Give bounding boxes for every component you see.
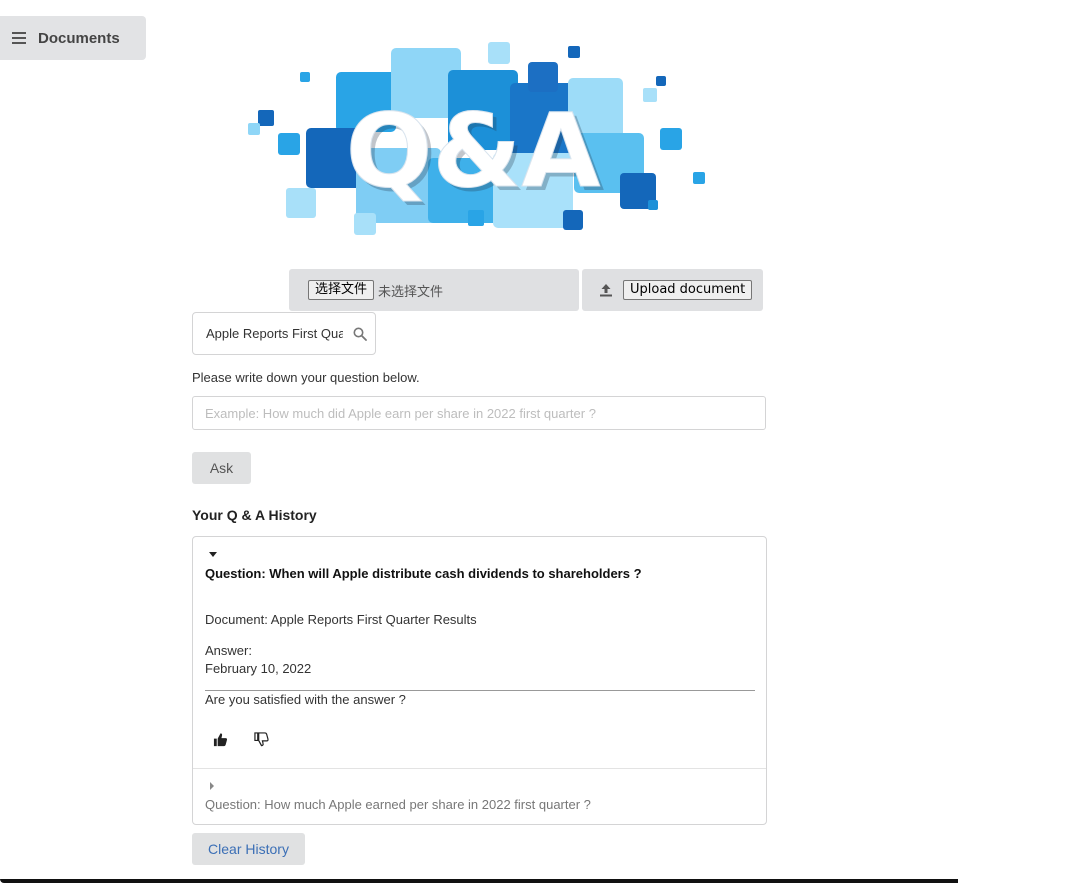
- documents-sidebar-toggle[interactable]: Documents: [0, 16, 146, 60]
- question-input[interactable]: [192, 396, 766, 430]
- answer-value: February 10, 2022: [205, 661, 312, 676]
- history-item-question[interactable]: Question: When will Apple distribute cas…: [205, 566, 642, 581]
- upload-panel: Upload document: [582, 269, 763, 311]
- question-label: Please write down your question below.: [192, 370, 420, 385]
- qa-logo: Q&A Q&A: [248, 42, 705, 235]
- separator: [193, 768, 766, 769]
- caret-down-icon[interactable]: [209, 552, 217, 557]
- document-search-value: Apple Reports First Quarter Results: [206, 326, 343, 341]
- choose-file-button[interactable]: 选择文件: [308, 280, 375, 300]
- upload-icon: [600, 284, 612, 297]
- thumbs-down-icon[interactable]: [254, 732, 269, 747]
- sidebar-toggle-label: Documents: [38, 29, 120, 47]
- history-title: Your Q & A History: [192, 507, 317, 523]
- history-item-question[interactable]: Question: How much Apple earned per shar…: [205, 797, 591, 812]
- history-item-document: Document: Apple Reports First Quarter Re…: [205, 612, 477, 627]
- thumbs-up-icon[interactable]: [213, 732, 228, 747]
- search-icon: [353, 327, 367, 341]
- feedback-prompt: Are you satisfied with the answer ?: [205, 692, 406, 707]
- document-search[interactable]: Apple Reports First Quarter Results: [192, 312, 376, 355]
- caret-right-icon[interactable]: [210, 782, 214, 790]
- window-bottom-edge: [0, 879, 958, 883]
- file-status: 未选择文件: [378, 283, 444, 299]
- upload-document-button[interactable]: Upload document: [623, 280, 753, 300]
- file-picker: 选择文件 未选择文件: [289, 269, 579, 311]
- logo-text: Q&A: [346, 92, 601, 211]
- answer-label: Answer:: [205, 643, 252, 658]
- divider: [205, 690, 755, 691]
- ask-button[interactable]: Ask: [192, 452, 251, 484]
- clear-history-button[interactable]: Clear History: [192, 833, 305, 865]
- hamburger-icon: [12, 32, 26, 44]
- qa-history: Question: When will Apple distribute cas…: [192, 536, 767, 825]
